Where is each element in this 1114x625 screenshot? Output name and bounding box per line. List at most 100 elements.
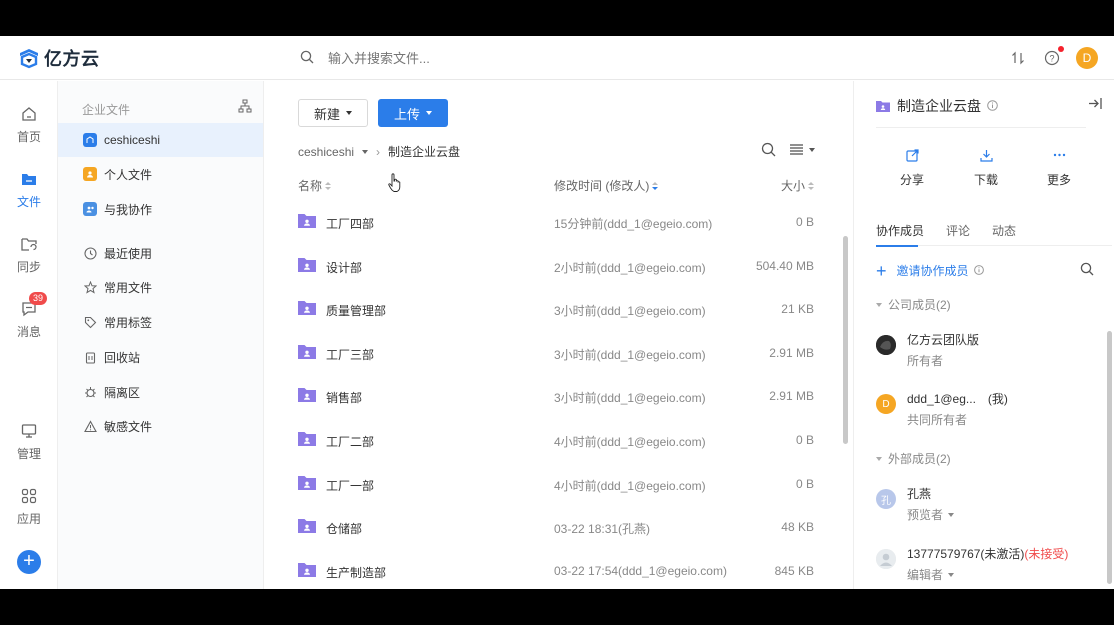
table-row[interactable]: 销售部 3小时前(ddd_1@egeio.com) 2.91 MB [298, 375, 814, 419]
app-window: 亿方云 ? D 首页 文件 [0, 36, 1114, 589]
tab-activity[interactable]: 动态 [992, 222, 1016, 246]
global-search-input[interactable] [328, 48, 628, 68]
org-tree-icon[interactable] [238, 99, 252, 116]
detail-title: 制造企业云盘 [876, 96, 998, 116]
monitor-icon [0, 420, 58, 442]
sort-icon [325, 182, 332, 191]
file-modified: 3小时前(ddd_1@egeio.com) [554, 391, 706, 406]
caret-down-icon [426, 111, 432, 115]
rail-item-home[interactable]: 首页 [0, 103, 58, 145]
tab-comments[interactable]: 评论 [946, 222, 970, 246]
member-item[interactable]: 亿方云团队版 所有者 [876, 331, 1096, 371]
role-dropdown[interactable]: 预览者 [907, 506, 955, 523]
share-icon [892, 147, 932, 163]
table-row[interactable]: 工厂一部 4小时前(ddd_1@egeio.com) 0 B [298, 463, 814, 507]
detail-tabs: 协作成员 评论 动态 [876, 222, 1112, 247]
column-modified[interactable]: 修改时间 (修改人) [554, 177, 659, 194]
avatar: D [876, 394, 896, 414]
list-view-icon[interactable] [790, 144, 815, 155]
file-name[interactable]: 生产制造部 [326, 564, 386, 581]
download-button[interactable]: 下载 [966, 147, 1006, 188]
column-name[interactable]: 名称 [298, 177, 332, 194]
plus-icon: + [876, 260, 887, 281]
cloud-logo-icon [20, 49, 38, 69]
group-external-members[interactable]: 外部成员(2) [876, 450, 951, 467]
member-item[interactable]: D ddd_1@eg... (我) 共同所有者 [876, 390, 1096, 430]
file-list-area: 新建 上传 ceshiceshi › 制造企业云盘 名称 修改时间 (修改人) … [264, 81, 853, 589]
info-icon[interactable] [973, 264, 984, 278]
nav-item-quarantine[interactable]: 隔离区 [58, 375, 263, 409]
tab-collaborators[interactable]: 协作成员 [876, 222, 924, 247]
scrollbar[interactable] [1107, 331, 1112, 584]
search-icon[interactable] [300, 50, 314, 67]
nav-item-ceshiceshi[interactable]: ceshiceshi [58, 123, 263, 157]
table-row[interactable]: 仓储部 03-22 18:31(孔燕) 48 KB [298, 506, 814, 550]
scrollbar[interactable] [843, 236, 848, 444]
file-modified: 03-22 17:54(ddd_1@egeio.com) [554, 563, 727, 578]
file-name[interactable]: 质量管理部 [326, 302, 386, 319]
nav-item-sensitive[interactable]: 敏感文件 [58, 409, 263, 443]
nav-item-favorites[interactable]: 常用文件 [58, 270, 263, 304]
table-row[interactable]: 工厂四部 15分钟前(ddd_1@egeio.com) 0 B [298, 201, 814, 245]
rail-item-manage[interactable]: 管理 [0, 420, 58, 462]
rail-item-messages[interactable]: 39 消息 [0, 292, 58, 340]
upload-button[interactable]: 上传 [378, 99, 448, 127]
nav-item-personal-files[interactable]: 个人文件 [58, 157, 263, 191]
breadcrumb-dropdown-icon[interactable] [362, 149, 369, 154]
shared-folder-icon [298, 475, 316, 490]
create-plus-button[interactable]: + [17, 550, 41, 574]
svg-text:?: ? [1049, 54, 1054, 64]
user-avatar[interactable]: D [1076, 47, 1098, 69]
search-icon[interactable] [761, 142, 776, 157]
info-icon[interactable] [987, 98, 998, 114]
column-size[interactable]: 大小 [781, 177, 814, 194]
rail-item-files[interactable]: 文件 [0, 168, 58, 210]
shared-folder-icon [298, 388, 316, 403]
collapse-panel-icon[interactable] [1088, 97, 1102, 113]
list-tools [747, 142, 815, 157]
breadcrumb-root[interactable]: ceshiceshi [298, 145, 354, 159]
file-name[interactable]: 仓储部 [326, 520, 362, 537]
table-row[interactable]: 生产制造部 03-22 17:54(ddd_1@egeio.com) 845 KB [298, 550, 814, 589]
table-row[interactable]: 工厂二部 4小时前(ddd_1@egeio.com) 0 B [298, 419, 814, 463]
invite-collaborators-button[interactable]: + 邀请协作成员 [876, 260, 984, 281]
nav-item-recycle-bin[interactable]: 回收站 [58, 340, 263, 374]
message-count-badge: 39 [29, 292, 48, 305]
top-bar: 亿方云 ? D [0, 36, 1114, 80]
table-row[interactable]: 工厂三部 3小时前(ddd_1@egeio.com) 2.91 MB [298, 332, 814, 376]
new-button[interactable]: 新建 [298, 99, 368, 127]
file-size: 2.91 MB [769, 345, 814, 360]
transfer-icon[interactable] [1006, 46, 1030, 70]
file-name[interactable]: 设计部 [326, 259, 362, 276]
rail-item-apps[interactable]: 应用 [0, 485, 58, 527]
more-button[interactable]: 更多 [1039, 147, 1079, 188]
trash-icon [82, 349, 98, 365]
rail-item-sync[interactable]: 同步 [0, 233, 58, 275]
role-dropdown[interactable]: 编辑者 [907, 566, 955, 583]
nav-item-tags[interactable]: 常用标签 [58, 305, 263, 339]
file-modified: 15分钟前(ddd_1@egeio.com) [554, 217, 713, 231]
group-company-members[interactable]: 公司成员(2) [876, 296, 951, 313]
file-modified: 4小时前(ddd_1@egeio.com) [554, 478, 706, 493]
share-button[interactable]: 分享 [892, 147, 932, 188]
shared-folder-icon [298, 562, 316, 577]
breadcrumb-current: 制造企业云盘 [388, 145, 461, 159]
table-row[interactable]: 设计部 2小时前(ddd_1@egeio.com) 504.40 MB [298, 245, 814, 289]
caret-down-icon [346, 111, 352, 115]
member-item[interactable]: 13777579767(未激活)(未接受) 编辑者 [876, 545, 1096, 585]
app-logo[interactable]: 亿方云 [18, 47, 100, 69]
table-row[interactable]: 质量管理部 3小时前(ddd_1@egeio.com) 21 KB [298, 288, 814, 332]
file-name[interactable]: 工厂三部 [326, 346, 374, 363]
member-search-icon[interactable] [1080, 262, 1094, 279]
file-size: 0 B [795, 476, 814, 491]
file-name[interactable]: 工厂二部 [326, 433, 374, 450]
help-icon[interactable]: ? [1040, 46, 1064, 70]
nav-item-recent[interactable]: 最近使用 [58, 236, 263, 270]
file-name[interactable]: 工厂一部 [326, 477, 374, 494]
file-name[interactable]: 工厂四部 [326, 215, 374, 232]
file-size: 2.91 MB [769, 389, 814, 404]
file-name[interactable]: 销售部 [326, 389, 362, 406]
nav-item-shared-with-me[interactable]: 与我协作 [58, 192, 263, 226]
member-item[interactable]: 孔 孔燕 预览者 [876, 485, 1096, 525]
breadcrumb: ceshiceshi › 制造企业云盘 [298, 143, 460, 160]
